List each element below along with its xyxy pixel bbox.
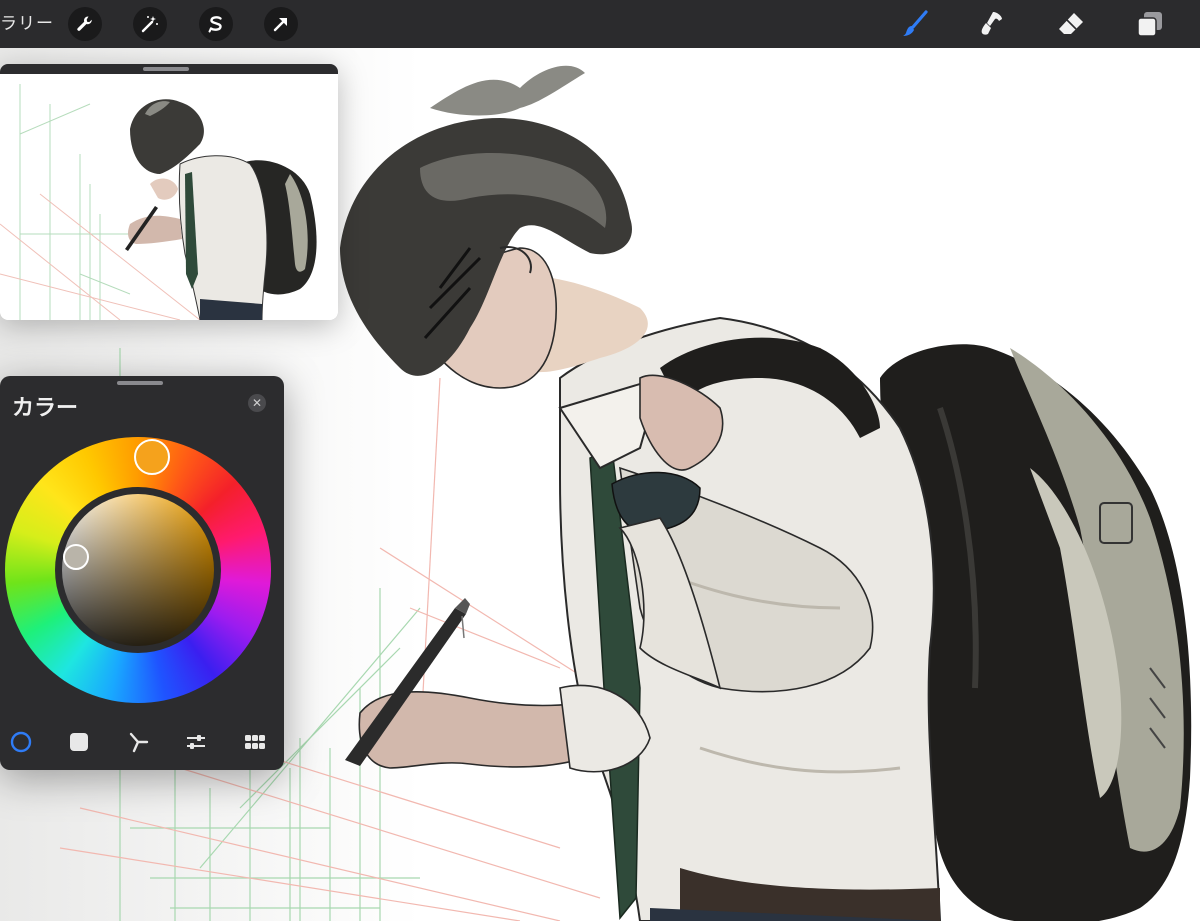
color-panel-title: カラー	[12, 396, 79, 421]
gallery-button[interactable]: ラリー	[0, 10, 54, 38]
value-mode-tab[interactable]	[184, 730, 208, 754]
smudge-tool-button[interactable]	[975, 7, 1009, 41]
layers-button[interactable]	[1133, 7, 1167, 41]
color-selector-handle[interactable]	[63, 544, 89, 570]
classic-mode-icon	[70, 733, 88, 751]
layers-icon	[1137, 12, 1162, 37]
saturation-brightness-disc[interactable]	[62, 494, 214, 646]
reference-thumbnail-image	[0, 74, 338, 320]
eraser-icon	[1059, 13, 1083, 34]
brush-icon	[903, 10, 928, 36]
disc-mode-tab[interactable]	[9, 730, 33, 754]
close-icon: ✕	[251, 396, 263, 410]
selection-icon	[208, 16, 222, 33]
palettes-mode-icon	[245, 735, 265, 749]
top-toolbar: ラリー	[0, 0, 1200, 48]
reference-thumbnail	[0, 74, 338, 320]
harmony-mode-icon	[129, 732, 149, 753]
adjustments-wand-button[interactable]	[133, 7, 167, 41]
disc-mode-icon	[10, 731, 32, 753]
magic-wand-icon	[141, 16, 158, 33]
harmony-mode-tab[interactable]	[126, 730, 150, 754]
reference-window[interactable]	[0, 64, 338, 320]
value-mode-icon	[187, 735, 205, 749]
reference-drag-handle[interactable]	[143, 67, 189, 71]
palettes-mode-tab[interactable]	[243, 730, 267, 754]
eraser-tool-button[interactable]	[1054, 7, 1088, 41]
color-panel-drag-handle[interactable]	[117, 381, 163, 385]
transform-arrow-icon	[273, 18, 287, 32]
hue-selector-handle[interactable]	[134, 439, 170, 475]
classic-mode-tab[interactable]	[67, 730, 91, 754]
procreate-app: ラリー カラー ✕	[0, 0, 1200, 921]
color-panel-close-button[interactable]: ✕	[248, 394, 266, 412]
wrench-icon	[77, 16, 92, 31]
brush-tool-button[interactable]	[898, 7, 932, 41]
transform-button[interactable]	[264, 7, 298, 41]
color-mode-tabs	[0, 728, 284, 756]
figure-shirt	[558, 316, 942, 921]
selection-button[interactable]	[199, 7, 233, 41]
actions-wrench-button[interactable]	[68, 7, 102, 41]
smudge-icon	[981, 12, 1002, 35]
